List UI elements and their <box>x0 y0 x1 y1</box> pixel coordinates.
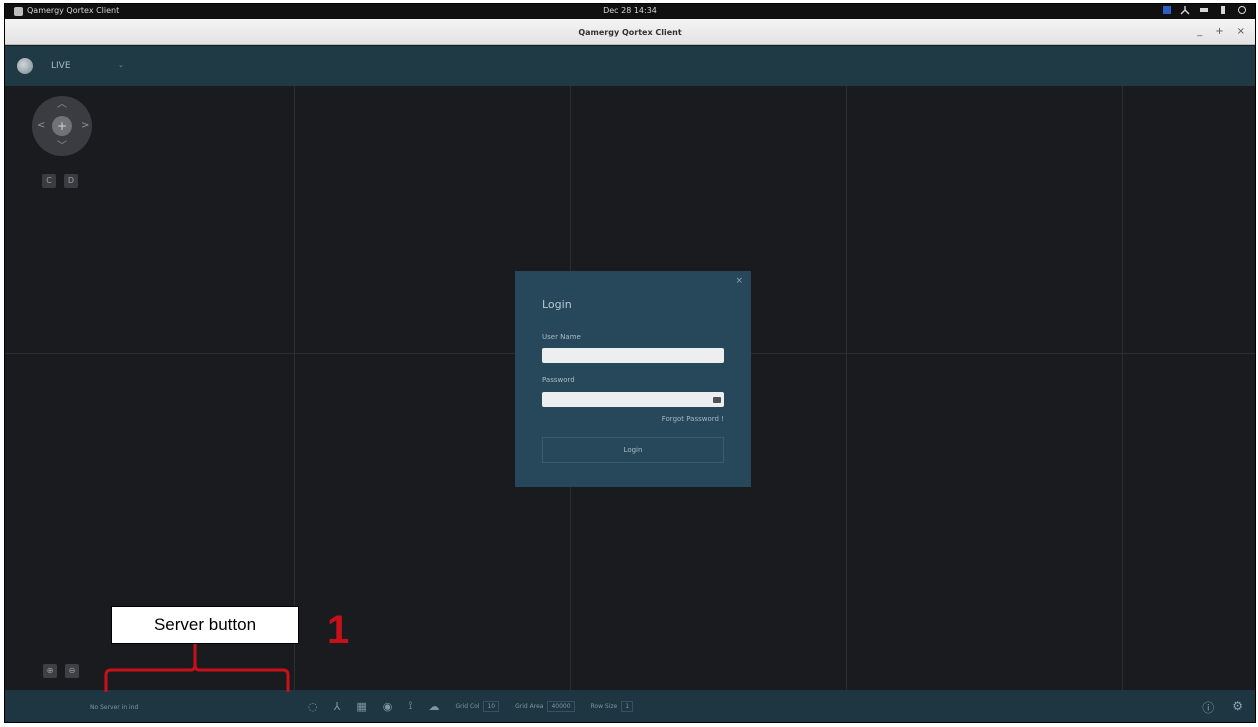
annotation-label: Server button <box>111 606 299 644</box>
screenshot-frame: Qamergy Qortex Client Dec 28 14:34 Qamer… <box>4 3 1256 723</box>
annotation-number: 1 <box>327 608 350 652</box>
